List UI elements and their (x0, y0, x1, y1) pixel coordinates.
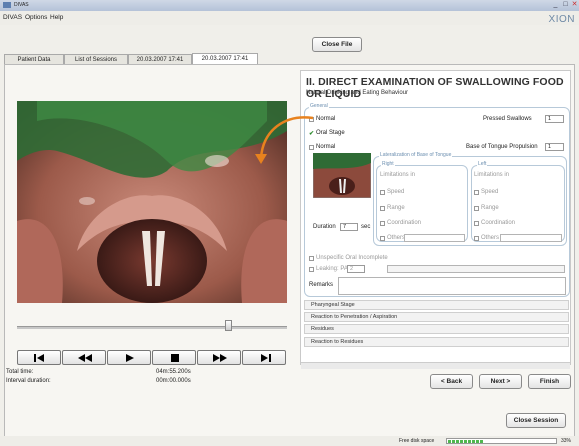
left-speed-label: Speed (481, 189, 499, 195)
pressed-swallows-label: Pressed Swallows (483, 116, 532, 122)
close-window-icon[interactable]: ✕ (570, 1, 579, 9)
form-horizontal-scrollbar[interactable] (301, 362, 570, 369)
menu-bar: DIVAS Options Help (0, 11, 579, 25)
play-icon (126, 354, 134, 362)
base-tongue-label: Base of Tongue Propulsion (466, 144, 538, 150)
window-title: DIVAS (14, 2, 29, 8)
pressed-swallows-spinner[interactable]: 1 (545, 115, 564, 123)
tab-session-1[interactable]: 20.03.2007 17:41 (128, 54, 192, 64)
interval-duration-value: 00m:00.000s (156, 378, 191, 384)
free-disk-label: Free disk space (399, 438, 435, 444)
total-time-value: 04m:55.200s (156, 369, 191, 375)
fast-forward-icon (213, 354, 227, 362)
menu-divas[interactable]: DIVAS (3, 14, 22, 21)
remarks-label: Remarks (309, 282, 334, 288)
maximize-icon[interactable]: □ (561, 1, 570, 9)
left-others-checkbox[interactable] (474, 236, 479, 241)
left-range-checkbox[interactable] (474, 206, 479, 211)
next-button[interactable]: Next > (479, 374, 522, 389)
interval-duration-label: Interval duration: (6, 378, 51, 384)
right-legend: Right (381, 161, 395, 167)
lateralization-legend: Lateralization of Base of Tongue (379, 152, 453, 158)
right-speed-checkbox[interactable] (380, 190, 385, 195)
leaking-checkbox[interactable] (309, 267, 314, 272)
skip-end-icon (261, 354, 271, 362)
right-others-label: Others (387, 235, 406, 241)
section-residues[interactable]: Residues (304, 324, 569, 334)
skip-to-start-button[interactable] (17, 350, 61, 365)
left-range-label: Range (481, 205, 499, 211)
general-legend: General (309, 103, 329, 109)
menu-options[interactable]: Options (25, 14, 47, 21)
total-time-label: Total time: (6, 369, 34, 375)
right-limitations-label: Limitations in (380, 172, 416, 178)
skip-to-end-button[interactable] (242, 350, 286, 365)
right-range-label: Range (387, 205, 405, 211)
stop-button[interactable] (152, 350, 196, 365)
duration-unit: sec (361, 224, 371, 230)
form-heading: II. DIRECT EXAMINATION OF SWALLOWING FOO… (306, 76, 564, 100)
left-legend: Left (477, 161, 488, 167)
unspecific-checkbox[interactable] (309, 256, 314, 261)
left-speed-checkbox[interactable] (474, 190, 479, 195)
left-limitations-label: Limitations in (474, 172, 510, 178)
base-tongue-spinner[interactable]: 1 (545, 143, 564, 151)
play-button[interactable] (107, 350, 151, 365)
rewind-icon (78, 354, 92, 362)
left-others-input[interactable] (500, 234, 562, 242)
leaking-pas-spinner[interactable]: 2 (347, 265, 365, 273)
minimize-icon[interactable]: _ (551, 1, 560, 9)
back-button[interactable]: < Back (430, 374, 473, 389)
form-subheading: Natural Drinking and Eating Behaviour (306, 90, 409, 96)
section-reaction-residues[interactable]: Reaction to Residues (304, 337, 569, 347)
annotation-arrow-icon (255, 116, 314, 164)
right-range-checkbox[interactable] (380, 206, 385, 211)
close-file-button[interactable]: Close File (312, 37, 362, 52)
right-coordination-checkbox[interactable] (380, 221, 385, 226)
right-coordination-label: Coordination (387, 220, 422, 226)
skip-start-icon (34, 354, 44, 362)
stop-icon (171, 354, 179, 362)
free-disk-progress-fill (448, 440, 484, 443)
remarks-textarea[interactable] (338, 277, 566, 295)
leaking-text-field[interactable] (387, 265, 565, 273)
section-reaction-penetration[interactable]: Reaction to Penetration / Aspiration (304, 312, 569, 322)
unspecific-label: Unspecific Oral Incomplete (316, 255, 388, 261)
seek-slider-thumb[interactable] (224, 320, 232, 331)
seek-slider-track[interactable] (17, 326, 287, 329)
free-disk-progress (446, 438, 557, 444)
left-coordination-label: Coordination (481, 220, 516, 226)
left-coordination-checkbox[interactable] (474, 221, 479, 226)
duration-spinner[interactable]: 7 (340, 223, 358, 231)
finish-button[interactable]: Finish (528, 374, 571, 389)
menu-help[interactable]: Help (50, 14, 63, 21)
tab-patient-data[interactable]: Patient Data (4, 54, 64, 64)
right-others-input[interactable] (404, 234, 465, 242)
app-icon (3, 2, 11, 8)
free-disk-percent: 33% (561, 438, 572, 444)
endoscopy-video[interactable] (17, 101, 287, 303)
tab-list-of-sessions[interactable]: List of Sessions (64, 54, 128, 64)
tab-session-2[interactable]: 20.03.2007 17:41 (192, 53, 258, 64)
section-pharyngeal-stage[interactable]: Pharyngeal Stage (304, 300, 569, 310)
right-speed-label: Speed (387, 189, 405, 195)
right-others-checkbox[interactable] (380, 236, 385, 241)
duration-label: Duration (313, 224, 336, 230)
fast-forward-button[interactable] (197, 350, 241, 365)
left-others-label: Others (481, 235, 500, 241)
rewind-button[interactable] (62, 350, 106, 365)
close-session-button[interactable]: Close Session (506, 413, 566, 428)
xion-logo: XION (548, 14, 575, 25)
